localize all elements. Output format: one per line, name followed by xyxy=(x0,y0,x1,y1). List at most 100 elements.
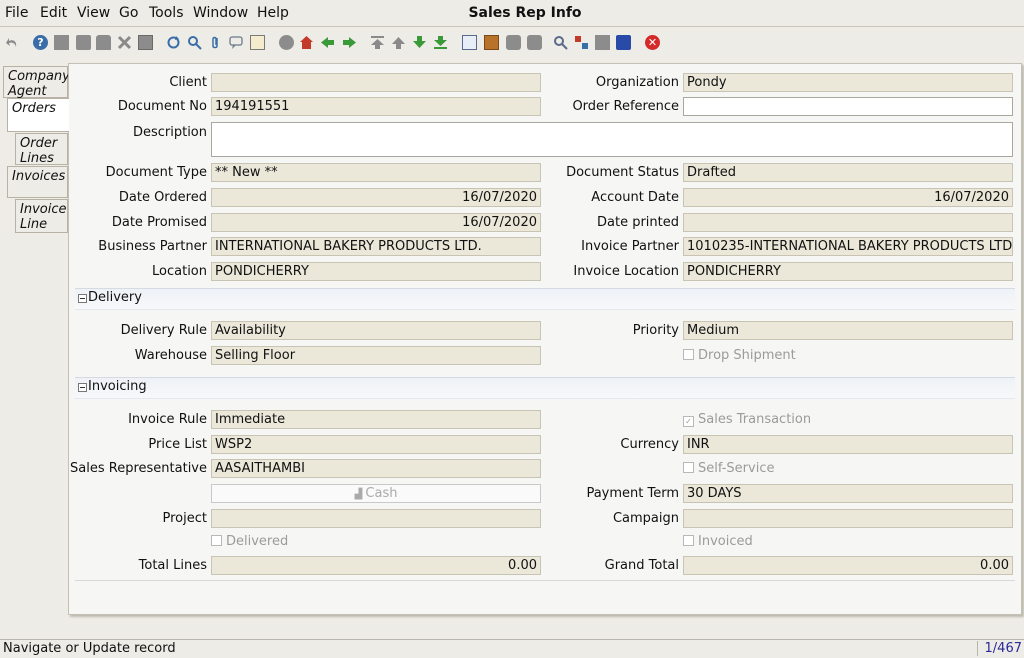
date-ordered-field[interactable]: 16/07/2020 xyxy=(211,188,541,207)
description-field[interactable] xyxy=(211,122,1013,157)
next-record-icon[interactable] xyxy=(412,35,427,50)
priority-field[interactable]: Medium xyxy=(683,321,1013,340)
sales-representative-label: Sales Representative xyxy=(70,461,207,476)
report-icon[interactable] xyxy=(462,35,477,50)
invoiced-label: Invoiced xyxy=(698,534,753,549)
total-lines-field[interactable]: 0.00 xyxy=(211,556,541,575)
invoice-rule-label: Invoice Rule xyxy=(128,412,207,427)
self-service-checkbox[interactable]: Self-Service xyxy=(683,460,774,478)
menu-window[interactable]: Window xyxy=(193,5,248,21)
business-partner-field[interactable]: INTERNATIONAL BAKERY PRODUCTS LTD. xyxy=(211,237,541,256)
tab-invoice-line[interactable]: Invoice Line xyxy=(15,199,68,233)
cash-button[interactable]: ▟ Cash xyxy=(211,484,541,503)
payment-term-field[interactable]: 30 DAYS xyxy=(683,484,1013,503)
invoice-partner-field[interactable]: 1010235-INTERNATIONAL BAKERY PRODUCTS LT… xyxy=(683,237,1013,256)
campaign-field[interactable] xyxy=(683,509,1013,528)
tab-orders[interactable]: Orders xyxy=(7,98,69,132)
menu-tools[interactable]: Tools xyxy=(149,5,184,21)
priority-label: Priority xyxy=(632,323,679,338)
undo-icon[interactable] xyxy=(5,35,20,50)
find-icon[interactable] xyxy=(187,35,202,50)
workflow-icon[interactable] xyxy=(616,35,631,50)
collapse-toggle-icon[interactable] xyxy=(78,294,87,303)
copy-record-icon[interactable] xyxy=(76,35,91,50)
delivered-checkbox[interactable]: Delivered xyxy=(211,533,288,551)
menu-help[interactable]: Help xyxy=(257,5,289,21)
sales-transaction-checkbox[interactable]: ✓ Sales Transaction xyxy=(683,411,811,429)
attachment-icon[interactable] xyxy=(208,35,223,50)
organization-field[interactable]: Pondy xyxy=(683,73,1013,92)
chat-icon[interactable] xyxy=(229,35,244,50)
menu-edit[interactable]: Edit xyxy=(40,5,67,21)
checkbox-icon xyxy=(211,535,222,546)
back-icon[interactable] xyxy=(320,35,335,50)
date-ordered-label: Date Ordered xyxy=(118,190,207,205)
invoice-location-field[interactable]: PONDICHERRY xyxy=(683,262,1013,281)
sales-representative-field[interactable]: AASAITHAMBI xyxy=(211,459,541,478)
toolbar: ? ✕ xyxy=(0,28,1024,58)
refresh-icon[interactable] xyxy=(166,35,181,50)
last-record-icon[interactable] xyxy=(433,35,448,50)
menu-file[interactable]: File xyxy=(5,5,28,21)
delivery-rule-label: Delivery Rule xyxy=(120,323,207,338)
delivery-section-title: Delivery xyxy=(88,290,142,305)
tab-order-lines[interactable]: Order Lines xyxy=(15,133,68,166)
price-list-field[interactable]: WSP2 xyxy=(211,435,541,454)
invoicing-section-header[interactable]: Invoicing xyxy=(75,377,1015,399)
status-message: Navigate or Update record xyxy=(3,641,176,656)
location-field[interactable]: PONDICHERRY xyxy=(211,262,541,281)
project-field[interactable] xyxy=(211,509,541,528)
document-status-label: Document Status xyxy=(566,165,679,180)
warehouse-field[interactable]: Selling Floor xyxy=(211,346,541,365)
invoiced-checkbox[interactable]: Invoiced xyxy=(683,533,753,551)
print-icon[interactable] xyxy=(527,35,542,50)
delete-selection-icon[interactable] xyxy=(117,35,132,50)
zoom-across-icon[interactable] xyxy=(553,35,568,50)
document-type-label: Document Type xyxy=(105,165,207,180)
description-label: Description xyxy=(132,125,207,140)
home-icon[interactable] xyxy=(279,35,294,50)
date-promised-field[interactable]: 16/07/2020 xyxy=(211,213,541,232)
save-icon[interactable] xyxy=(138,35,153,50)
currency-field[interactable]: INR xyxy=(683,435,1013,454)
previous-record-icon[interactable] xyxy=(391,35,406,50)
menu-go[interactable]: Go xyxy=(119,5,138,21)
business-partner-label: Business Partner xyxy=(98,239,207,254)
delivery-section-header[interactable]: Delivery xyxy=(75,288,1015,310)
menu-view[interactable]: View xyxy=(77,5,110,21)
account-date-field[interactable]: 16/07/2020 xyxy=(683,188,1013,207)
total-lines-label: Total Lines xyxy=(138,558,207,573)
date-printed-field[interactable] xyxy=(683,213,1013,232)
invoicing-section-title: Invoicing xyxy=(88,379,147,394)
parent-icon[interactable] xyxy=(299,35,314,50)
archive-icon[interactable] xyxy=(484,35,499,50)
product-info-icon[interactable] xyxy=(595,35,610,50)
print-preview-icon[interactable] xyxy=(506,35,521,50)
record-counter[interactable]: 1/467 xyxy=(977,641,1022,656)
tab-company-agent[interactable]: Company Agent xyxy=(3,66,70,99)
help-icon[interactable]: ? xyxy=(33,35,48,50)
order-reference-field[interactable] xyxy=(683,97,1013,116)
delivery-rule-field[interactable]: Availability xyxy=(211,321,541,340)
document-type-field[interactable]: ** New ** xyxy=(211,163,541,182)
account-date-label: Account Date xyxy=(591,190,679,205)
grand-total-field[interactable]: 0.00 xyxy=(683,556,1013,575)
organization-label: Organization xyxy=(595,75,679,90)
forward-icon[interactable] xyxy=(342,35,357,50)
client-field[interactable] xyxy=(211,73,541,92)
drop-shipment-checkbox[interactable]: Drop Shipment xyxy=(683,347,796,365)
document-status-field[interactable]: Drafted xyxy=(683,163,1013,182)
document-no-field[interactable]: 194191551 xyxy=(211,97,541,116)
first-record-icon[interactable] xyxy=(370,35,385,50)
tab-invoices[interactable]: Invoices xyxy=(7,166,68,198)
history-icon[interactable] xyxy=(250,35,265,50)
invoice-rule-field[interactable]: Immediate xyxy=(211,410,541,429)
price-list-label: Price List xyxy=(148,437,207,452)
new-record-icon[interactable] xyxy=(54,35,69,50)
checkbox-icon xyxy=(683,535,694,546)
close-icon[interactable]: ✕ xyxy=(645,35,660,50)
divider xyxy=(75,580,1015,581)
collapse-toggle-icon[interactable] xyxy=(78,383,87,392)
delete-record-icon[interactable] xyxy=(96,35,111,50)
request-icon[interactable] xyxy=(574,35,589,50)
